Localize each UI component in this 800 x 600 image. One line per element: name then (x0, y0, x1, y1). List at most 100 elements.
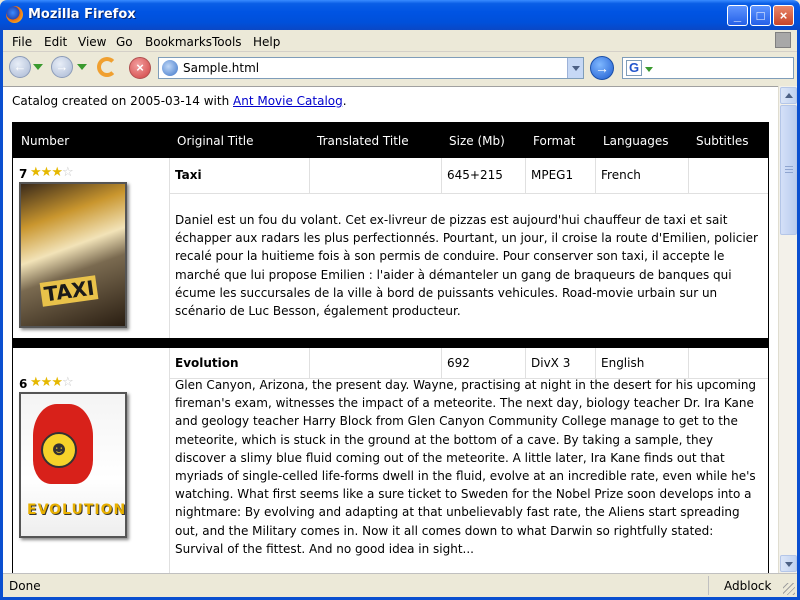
search-box[interactable]: G (622, 57, 794, 79)
menu-file[interactable]: File (12, 35, 32, 49)
smiley-icon: ☻ (41, 432, 77, 468)
star-rating: ★★★☆ (30, 374, 74, 390)
back-history-dropdown-icon[interactable] (33, 64, 43, 70)
thumb-grip (785, 166, 793, 167)
intro-suffix: . (342, 94, 347, 108)
movie-format: MPEG1 (531, 168, 574, 182)
column-header-subtitles: Subtitles (696, 134, 749, 148)
stop-button[interactable]: × (129, 57, 151, 79)
column-header-number: Number (21, 134, 70, 148)
column-header-original-title: Original Title (177, 134, 254, 148)
movie-number: 6 (19, 377, 28, 391)
star-filled-icon: ★ (51, 374, 63, 389)
page-content: Catalog created on 2005-03-14 with Ant M… (3, 86, 778, 573)
cell-divider (309, 158, 310, 193)
search-engine-icon[interactable]: G (626, 60, 642, 76)
column-header-translated-title: Translated Title (317, 134, 409, 148)
menu-tools[interactable]: Tools (212, 35, 242, 49)
movie-description: Daniel est un fou du volant. Cet ex-livr… (175, 213, 758, 319)
movie-size: 692 (447, 356, 470, 370)
cell-divider (595, 158, 596, 193)
go-button[interactable]: → (590, 56, 614, 80)
intro-text: Catalog created on 2005-03-14 with (12, 94, 234, 108)
menu-edit[interactable]: Edit (44, 35, 67, 49)
page-icon (162, 60, 178, 76)
cell-divider (595, 348, 596, 378)
star-filled-icon: ★ (40, 374, 53, 389)
vertical-scrollbar[interactable] (778, 86, 797, 573)
minimize-button[interactable]: _ (727, 5, 748, 26)
poster-title: TAXI (39, 275, 99, 307)
scroll-up-button[interactable] (780, 87, 797, 104)
star-filled-icon: ★ (40, 164, 53, 179)
arrow-right-icon: → (55, 59, 69, 74)
star-empty-icon: ☆ (61, 164, 74, 179)
movie-languages: English (601, 356, 645, 370)
movie-number: 7 (19, 167, 28, 181)
movie-catalog-table: Number Original Title Translated Title S… (12, 122, 769, 573)
search-engine-dropdown-icon[interactable] (645, 67, 653, 72)
arrow-left-icon: ← (13, 59, 27, 74)
cell-divider (169, 158, 170, 338)
cell-divider (309, 348, 310, 378)
title-bar[interactable]: Mozilla Firefox _ □ × (0, 0, 800, 30)
close-button[interactable]: × (773, 5, 794, 26)
ant-movie-catalog-link[interactable]: Ant Movie Catalog (233, 94, 343, 108)
status-bar: Done Adblock (3, 573, 797, 597)
row-separator (13, 338, 768, 348)
cell-divider (688, 158, 689, 193)
maximize-button[interactable]: □ (750, 5, 771, 26)
movie-original-title: Evolution (175, 356, 239, 370)
column-header-format: Format (533, 134, 576, 148)
star-empty-icon: ☆ (61, 374, 74, 389)
movie-original-title: Taxi (175, 168, 202, 182)
adblock-button[interactable]: Adblock (724, 579, 771, 593)
menu-view[interactable]: View (78, 35, 106, 49)
menu-go[interactable]: Go (116, 35, 133, 49)
forward-history-dropdown-icon[interactable] (77, 64, 87, 70)
menu-help[interactable]: Help (253, 35, 280, 49)
cell-divider (169, 348, 170, 573)
thumb-grip (785, 172, 793, 173)
url-dropdown-icon[interactable] (567, 58, 583, 78)
movie-poster[interactable]: TAXI (19, 182, 127, 328)
address-bar[interactable]: Sample.html (158, 57, 584, 79)
column-header-size: Size (Mb) (449, 134, 505, 148)
catalog-intro: Catalog created on 2005-03-14 with Ant M… (12, 94, 347, 108)
thumb-grip (785, 169, 793, 170)
table-row: 6 ★★★☆ ☻ EVOLUTION Evolution 692 DivX 3 … (13, 348, 768, 573)
window-title: Mozilla Firefox (28, 7, 136, 22)
star-filled-icon: ★ (30, 164, 42, 179)
menu-bar: File Edit View Go Bookmarks Tools Help (3, 30, 797, 52)
cell-divider (441, 158, 442, 193)
scroll-thumb[interactable] (780, 105, 797, 235)
forward-button[interactable]: → (51, 56, 73, 78)
throbber-icon (775, 32, 791, 48)
navigation-toolbar: ← → × Sample.html → G (3, 52, 797, 86)
table-header: Number Original Title Translated Title S… (13, 123, 768, 158)
cell-divider (441, 348, 442, 378)
cell-divider (525, 158, 526, 193)
cell-divider (525, 348, 526, 378)
back-button[interactable]: ← (9, 56, 31, 78)
table-row: 7 ★★★☆ TAXI Taxi 645+215 MPEG1 French Da… (13, 158, 768, 348)
movie-description: Glen Canyon, Arizona, the present day. W… (175, 378, 757, 556)
firefox-icon (6, 6, 23, 23)
star-filled-icon: ★ (51, 164, 63, 179)
status-text: Done (9, 579, 41, 593)
movie-size: 645+215 (447, 168, 503, 182)
column-header-languages: Languages (603, 134, 669, 148)
scroll-down-button[interactable] (780, 555, 797, 572)
star-filled-icon: ★ (30, 374, 42, 389)
cell-divider (688, 348, 689, 378)
reload-icon[interactable] (97, 57, 117, 77)
movie-languages: French (601, 168, 641, 182)
movie-format: DivX 3 (531, 356, 571, 370)
poster-title: EVOLUTION (27, 502, 127, 518)
resize-grip-icon[interactable] (783, 583, 795, 595)
url-text[interactable]: Sample.html (183, 61, 259, 75)
movie-poster[interactable]: ☻ EVOLUTION (19, 392, 127, 538)
star-rating: ★★★☆ (30, 164, 74, 180)
menu-bookmarks[interactable]: Bookmarks (145, 35, 212, 49)
cell-divider (170, 193, 768, 194)
